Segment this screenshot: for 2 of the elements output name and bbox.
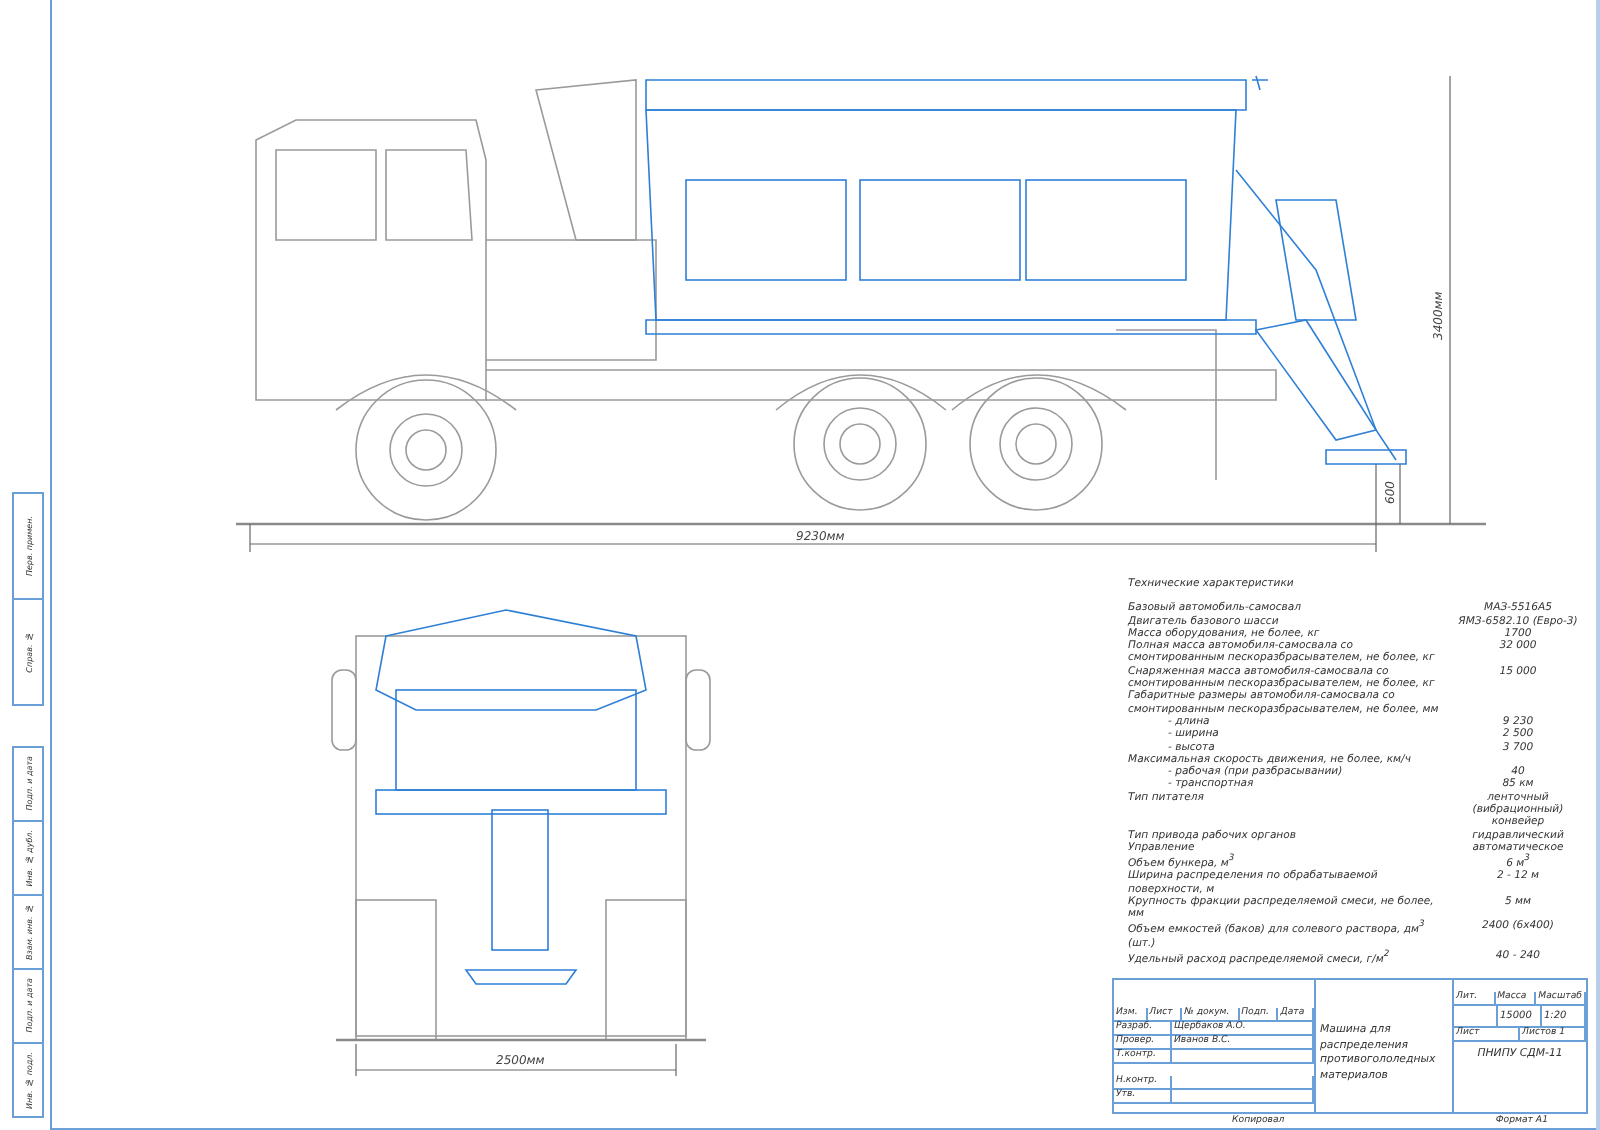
clearance-dimension-line [1399,463,1401,525]
empty-table-cell [1454,1006,1498,1028]
